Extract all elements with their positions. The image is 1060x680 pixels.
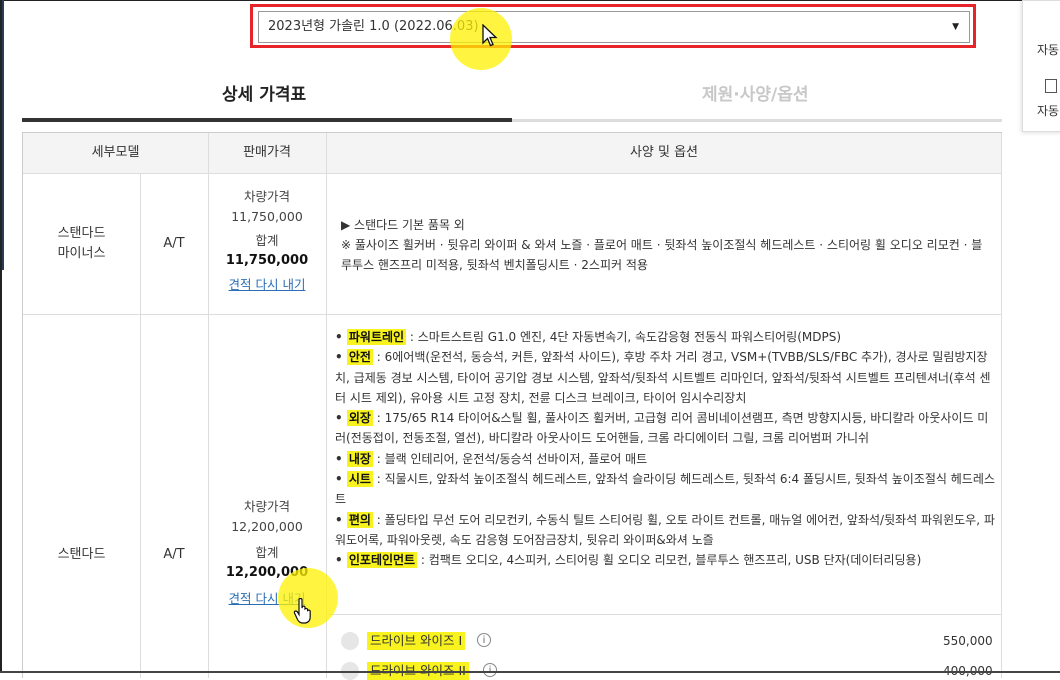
tab-price-table[interactable]: 상세 가격표 xyxy=(222,80,306,105)
document-icon xyxy=(1045,79,1057,93)
row2-transmission: A/T xyxy=(163,547,185,562)
requote-link[interactable]: 견적 다시 내기 xyxy=(229,277,306,292)
tab-active-indicator xyxy=(22,118,512,122)
row1-model: 스탠다드 마이너스 xyxy=(57,226,106,261)
info-icon[interactable]: i xyxy=(477,633,491,647)
row2-model: 스탠다드 xyxy=(57,547,106,562)
vehicle-price: 11,750,000 xyxy=(231,209,303,224)
total-price: 11,750,000 xyxy=(225,253,309,268)
side-panel-item-1[interactable]: 자동 xyxy=(1037,41,1059,58)
header-spec: 사양 및 옵션 xyxy=(629,145,699,160)
dropdown-arrow-icon: ▼ xyxy=(952,22,959,32)
spec-title: ▶ 스탠다드 기본 품목 외 xyxy=(341,218,465,232)
side-floating-panel: 자동 자동 xyxy=(1022,0,1060,132)
row2-spec: • 파워트레인 : 스마트스트림 G1.0 엔진, 4단 자동변속기, 속도감응… xyxy=(335,327,995,571)
header-model: 세부모델 xyxy=(91,145,140,160)
spec-item-convenience: • 편의 : 폴딩타입 무선 도어 리모컨키, 수동식 틸트 스티어링 휠, 오… xyxy=(335,511,995,547)
option-divider xyxy=(326,614,1002,615)
vehicle-price: 12,200,000 xyxy=(231,519,303,534)
cursor-highlight xyxy=(450,8,512,70)
row-divider xyxy=(23,314,1002,315)
price-table: 세부모델 판매가격 사양 및 옵션 스탠다드 마이너스 A/T 차량가격 11,… xyxy=(22,132,1002,680)
row1-transmission: A/T xyxy=(163,236,185,251)
row1-price-block: 차량가격 11,750,000 합계 11,750,000 견적 다시 내기 xyxy=(208,187,326,296)
spec-item-seat: • 시트 : 직물시트, 앞좌석 높이조절식 헤드레스트, 앞좌석 슬라이딩 헤… xyxy=(335,471,995,507)
side-panel-item-2[interactable]: 자동 xyxy=(1037,102,1059,119)
option-checkbox[interactable] xyxy=(341,632,359,650)
vehicle-price-label: 차량가격 xyxy=(243,499,290,514)
spec-item-exterior: • 외장 : 175/65 R14 타이어&스틸 휠, 풀사이즈 휠커버, 고급… xyxy=(335,410,989,446)
vehicle-price-label: 차량가격 xyxy=(243,189,290,204)
total-label: 합계 xyxy=(255,545,279,560)
tab-inactive-indicator xyxy=(512,119,1002,122)
spec-item-powertrain: • 파워트레인 : 스마트스트림 G1.0 엔진, 4단 자동변속기, 속도감응… xyxy=(335,329,842,345)
header-price: 판매가격 xyxy=(243,145,291,160)
tab-spec-options[interactable]: 제원·사양/옵션 xyxy=(702,80,809,105)
spec-body: ※ 풀사이즈 휠커버 · 뒷유리 와이퍼 & 와셔 노즐 · 플로어 매트 · … xyxy=(341,238,983,272)
spec-item-infotainment: • 인포테인먼트 : 컴팩트 오디오, 4스피커, 스티어링 휠 오디오 리모컨… xyxy=(335,552,922,569)
total-label: 합계 xyxy=(255,233,279,248)
trim-select-value: 2023년형 가솔린 1.0 (2022.06.03) xyxy=(268,19,479,34)
info-icon[interactable]: i xyxy=(483,663,497,677)
window-frame-left xyxy=(0,0,2,673)
table-right-border xyxy=(1001,133,1002,678)
spec-item-interior: • 내장 : 블랙 인테리어, 운전석/동승석 선바이저, 플로어 매트 xyxy=(335,450,648,467)
spec-item-safety: • 안전 : 6에어백(운전석, 동승석, 커튼, 앞좌석 사이드), 후방 주… xyxy=(335,349,991,405)
row1-spec: ▶ 스탠다드 기본 품목 외 ※ 풀사이즈 휠커버 · 뒷유리 와이퍼 & 와셔… xyxy=(341,215,991,275)
table-header-row: 세부모델 판매가격 사양 및 옵션 xyxy=(23,133,1002,174)
trim-select-dropdown[interactable]: 2023년형 가솔린 1.0 (2022.06.03) ▼ xyxy=(258,11,970,43)
arrow-cursor-icon xyxy=(482,24,498,47)
option-name: 드라이브 와이즈 I xyxy=(367,632,466,650)
option-price: 550,000 xyxy=(943,634,993,648)
window-frame-top xyxy=(0,0,1060,1)
hand-cursor-icon xyxy=(293,598,311,624)
